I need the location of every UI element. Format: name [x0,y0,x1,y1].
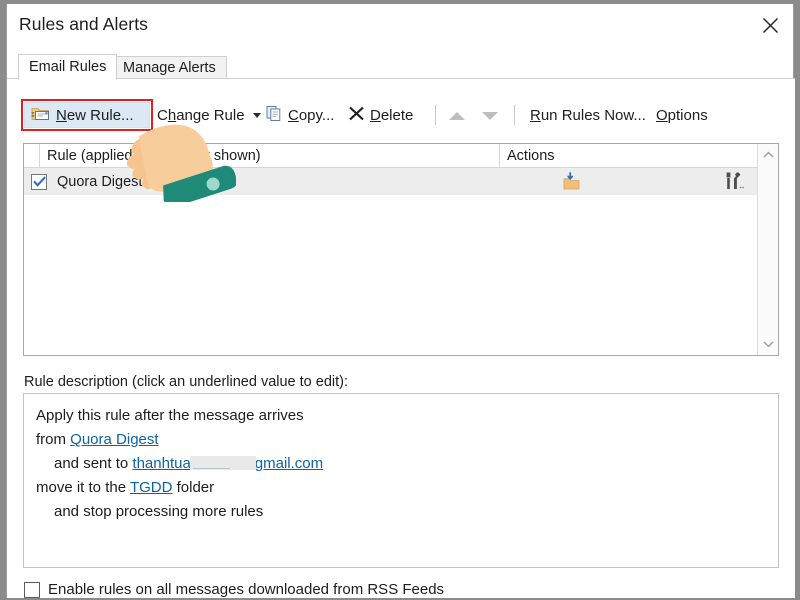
change-rule-button[interactable]: Change Rule [153,101,265,129]
move-down-button[interactable] [480,106,500,126]
desc-link-sent-to-tail: gmail.com [255,455,323,472]
header-corner [24,144,40,167]
title-bar: Rules and Alerts [7,4,793,47]
triangle-up-icon [449,112,465,120]
chevron-up-icon[interactable] [758,145,778,165]
rule-description-box[interactable]: Apply this rule after the message arrive… [23,393,779,568]
desc-line-4-suffix: folder [172,479,214,496]
run-rules-now-button[interactable]: Run Rules Now... [526,101,650,129]
desc-line-2: from Quora Digest [36,428,766,452]
move-to-folder-icon [562,172,584,192]
rules-and-alerts-dialog: Rules and Alerts Email Rules Manage Aler… [6,4,794,598]
tools-icon [724,171,746,192]
new-rule-highlight-box: New Rule... [21,99,153,131]
table-row[interactable]: Quora Digest [24,168,758,195]
tab-email-rules-label: Email Rules [29,59,106,75]
close-icon[interactable] [747,4,793,46]
column-header-rule-label: Rule (applied in the order shown) [47,148,261,164]
desc-line-1: Apply this rule after the message arrive… [36,404,766,428]
change-rule-label: Change Rule [157,107,245,124]
tab-manage-alerts[interactable]: Manage Alerts [112,56,227,79]
rules-list-header: Rule (applied in the order shown) Action… [24,144,778,168]
new-rule-button[interactable]: New Rule... [24,102,150,128]
desc-line-3-prefix: and sent to [54,455,132,472]
rss-feeds-checkbox[interactable] [24,582,40,598]
desc-line-4-prefix: move it to the [36,479,130,496]
options-label: Options [656,107,708,124]
copy-icon [266,105,283,126]
toolbar-separator-1 [435,105,436,125]
rules-list-view[interactable]: Rule (applied in the order shown) Action… [23,143,779,356]
desc-link-from[interactable]: Quora Digest [70,431,158,448]
new-rule-label: New Rule... [56,107,134,124]
rules-toolbar: New Rule... Change Rule [7,101,795,131]
desc-link-folder[interactable]: TGDD [130,479,173,496]
desc-link-sent-to[interactable]: thanhtua gmail.com [132,455,323,472]
copy-button[interactable]: Copy... [262,101,338,129]
delete-button[interactable]: Delete [344,101,417,129]
page-title: Rules and Alerts [19,14,148,35]
rule-description-label: Rule description (click an underlined va… [24,374,348,390]
chevron-down-icon [253,113,261,118]
tabstrip: Email Rules Manage Alerts [7,47,793,79]
column-header-rule[interactable]: Rule (applied in the order shown) [40,144,500,167]
copy-label: Copy... [288,107,334,124]
desc-line-5: and stop processing more rules [36,500,766,524]
desc-line-3: and sent to thanhtua gmail.com [36,452,766,476]
rss-feeds-checkbox-label: Enable rules on all messages downloaded … [48,581,444,598]
tab-email-rules[interactable]: Email Rules [18,54,117,80]
triangle-down-icon [482,112,498,120]
rules-list-scrollbar[interactable] [757,144,778,355]
new-rule-icon [31,105,50,126]
column-header-actions-label: Actions [507,148,555,164]
tab-manage-alerts-label: Manage Alerts [123,60,216,76]
delete-label: Delete [370,107,413,124]
delete-x-icon [348,105,365,126]
rss-feeds-checkbox-row[interactable]: Enable rules on all messages downloaded … [24,581,444,598]
desc-line-2-prefix: from [36,431,70,448]
desc-line-1-text: Apply this rule after the message arrive… [36,407,304,424]
chevron-down-icon[interactable] [758,334,778,354]
rule-enabled-checkbox[interactable] [31,174,47,190]
run-rules-now-label: Run Rules Now... [530,107,646,124]
desc-line-4: move it to the TGDD folder [36,476,766,500]
column-header-actions[interactable]: Actions [500,144,758,167]
rule-name: Quora Digest [57,174,142,190]
desc-link-sent-to-head: thanhtua [132,455,190,472]
options-button[interactable]: Options [652,101,712,129]
toolbar-separator-2 [514,105,515,125]
move-up-button[interactable] [447,106,467,126]
desc-line-5-text: and stop processing more rules [54,503,263,520]
email-rules-panel: New Rule... Change Rule [7,78,795,598]
redacted-text [190,456,256,470]
